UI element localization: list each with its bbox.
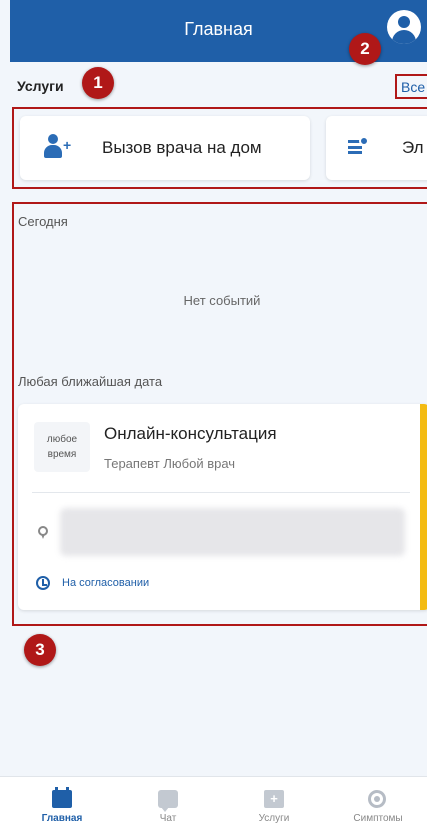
- service-card-home-visit[interactable]: + Вызов врача на дом: [20, 116, 310, 180]
- nav-item-symptoms[interactable]: Симптомы: [328, 777, 427, 829]
- location-pin-icon: [38, 526, 48, 540]
- event-status-stripe: [420, 404, 427, 610]
- event-time-line2: время: [47, 449, 77, 460]
- event-address-redacted: [60, 508, 405, 556]
- nav-item-services[interactable]: Услуги: [224, 777, 324, 829]
- annotation-marker-3: 3: [24, 634, 56, 666]
- calendar-icon: [52, 787, 72, 808]
- service-card-medical-record[interactable]: Эл: [326, 116, 427, 180]
- services-heading: Услуги: [17, 78, 64, 94]
- today-heading: Сегодня: [18, 214, 68, 229]
- all-services-link[interactable]: Все: [395, 74, 427, 99]
- annotation-marker-1: 1: [82, 67, 114, 99]
- event-time-line1: любое: [46, 434, 78, 445]
- avatar-head: [398, 16, 410, 28]
- nav-item-chat[interactable]: Чат: [118, 777, 218, 829]
- service-label: Эл: [402, 138, 424, 157]
- services-carousel[interactable]: + Вызов врача на дом Эл: [12, 107, 427, 189]
- event-status: На согласовании: [62, 577, 150, 589]
- clock-icon: [36, 576, 50, 590]
- bottom-navigation: Главная Чат Услуги Симптомы: [0, 776, 427, 829]
- medical-bag-icon: [264, 790, 284, 808]
- chat-icon: [158, 790, 178, 812]
- virus-icon: [368, 790, 386, 808]
- nav-item-home[interactable]: Главная: [12, 777, 112, 829]
- event-subtitle: Терапевт Любой врач: [104, 456, 236, 471]
- service-label: Вызов врача на дом: [102, 138, 262, 157]
- doctor-home-icon: +: [42, 134, 74, 160]
- event-divider: [32, 492, 410, 493]
- nearest-date-heading: Любая ближайшая дата: [18, 374, 163, 389]
- annotation-marker-2: 2: [349, 33, 381, 65]
- medical-card-icon: [348, 136, 370, 158]
- event-title: Онлайн-консультация: [104, 424, 277, 443]
- events-section: Сегодня Нет событий Любая ближайшая дата…: [12, 202, 427, 626]
- nav-label-services: Услуги: [258, 813, 290, 824]
- event-time-box: любое время: [34, 422, 90, 472]
- user-avatar-icon[interactable]: [387, 10, 421, 44]
- event-card[interactable]: любое время Онлайн-консультация Терапевт…: [18, 404, 427, 610]
- nav-label-home: Главная: [41, 813, 83, 824]
- no-events-text: Нет событий: [183, 293, 261, 308]
- nav-label-chat: Чат: [159, 813, 177, 824]
- avatar-body: [392, 30, 416, 44]
- nav-label-symptoms: Симптомы: [353, 813, 403, 824]
